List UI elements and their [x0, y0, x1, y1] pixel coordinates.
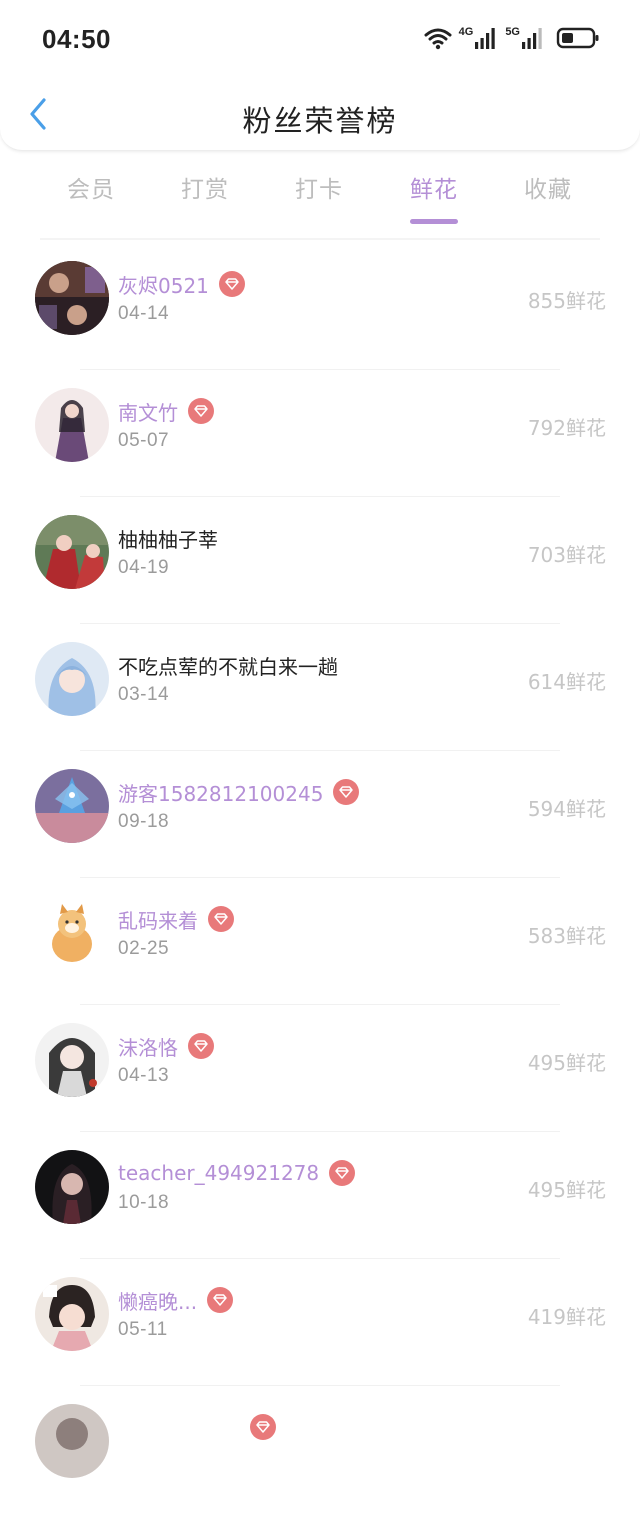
tab-flowers[interactable]: 鲜花	[384, 170, 484, 224]
list-item[interactable]: 游客1582812100245 09-18 594鲜花	[0, 751, 640, 878]
tab-flowers-label: 鲜花	[410, 177, 458, 203]
vip-diamond-icon	[188, 1033, 214, 1059]
vip-diamond-icon	[333, 779, 360, 805]
flower-count: 792鲜花	[527, 416, 606, 440]
fan-name: 游客1582812100245	[118, 781, 324, 806]
sim1-signal-icon: 4G	[459, 26, 498, 50]
fan-date: 04-14	[118, 303, 170, 324]
flower-count: 419鲜花	[527, 1305, 606, 1329]
vip-diamond-icon	[329, 1160, 356, 1186]
avatar[interactable]	[35, 896, 109, 970]
fan-name: teacher_494921278	[118, 1161, 320, 1185]
tab-checkin[interactable]: 打卡	[269, 170, 369, 204]
vip-diamond-icon	[218, 271, 245, 297]
status-bar: 04:50 4G 5G	[0, 0, 640, 80]
avatar[interactable]	[35, 769, 109, 843]
fan-date: 09-18	[118, 811, 170, 832]
fan-name: 懒癌晚...	[118, 1289, 198, 1314]
fan-name: 不吃点荤的不就白来一趟	[118, 654, 338, 679]
status-icons: 4G 5G	[423, 22, 600, 54]
avatar[interactable]	[35, 388, 109, 462]
flower-count: 495鲜花	[527, 1178, 606, 1202]
fan-date: 03-14	[118, 684, 170, 705]
avatar[interactable]	[35, 261, 109, 335]
list-item[interactable]: teacher_494921278 10-18 495鲜花	[0, 1132, 640, 1259]
avatar[interactable]	[35, 515, 109, 589]
flower-count: 594鲜花	[527, 797, 606, 821]
tab-membership[interactable]: 会员	[41, 170, 141, 204]
avatar[interactable]	[35, 642, 109, 716]
fan-date: 04-13	[118, 1065, 170, 1086]
tab-bar: 会员 打赏 打卡 鲜花 收藏	[0, 160, 640, 224]
avatar[interactable]	[35, 1277, 109, 1351]
fan-date: 04-19	[118, 557, 170, 578]
list-item[interactable]: 乱码来着 02-25 583鲜花	[0, 878, 640, 1005]
fan-ranking-list: 灰烬0521 04-14 855鲜花 南文竹 05-07 792鲜花 柚柚柚子莘…	[0, 243, 640, 1513]
list-top-divider	[40, 238, 600, 240]
avatar[interactable]	[35, 1404, 109, 1478]
vip-diamond-icon	[188, 398, 214, 424]
sim2-network-label: 5G	[505, 26, 520, 38]
vip-diamond-icon	[250, 1414, 276, 1440]
sim1-network-label: 4G	[458, 26, 474, 38]
top-card: 04:50 4G 5G 粉丝荣誉榜	[0, 0, 640, 151]
list-item[interactable]: 懒癌晚... 05-11 419鲜花	[0, 1259, 640, 1386]
fan-name: 灰烬0521	[118, 273, 209, 298]
sim2-signal-icon: 5G	[505, 26, 544, 50]
list-item[interactable]: 不吃点荤的不就白来一趟 03-14 614鲜花	[0, 624, 640, 751]
avatar[interactable]	[35, 1023, 109, 1097]
fan-date: 10-18	[118, 1192, 170, 1213]
list-item[interactable]	[0, 1386, 640, 1513]
flower-count: 614鲜花	[527, 670, 606, 694]
fan-name: 南文竹	[118, 400, 178, 425]
status-time: 04:50	[42, 24, 111, 54]
flower-count: 855鲜花	[527, 289, 606, 313]
header: 粉丝荣誉榜	[0, 88, 640, 144]
list-item[interactable]: 灰烬0521 04-14 855鲜花	[0, 243, 640, 370]
list-item[interactable]: 沫洛恪 04-13 495鲜花	[0, 1005, 640, 1132]
page-title: 粉丝荣誉榜	[242, 104, 398, 138]
fan-date: 02-25	[118, 938, 170, 959]
list-item[interactable]: 柚柚柚子莘 04-19 703鲜花	[0, 497, 640, 624]
avatar[interactable]	[35, 1150, 109, 1224]
vip-diamond-icon	[208, 906, 234, 932]
battery-icon	[556, 26, 600, 50]
fan-date: 05-11	[118, 1319, 168, 1340]
active-tab-indicator	[410, 219, 458, 224]
tab-favorites[interactable]: 收藏	[498, 170, 598, 204]
tab-tipping[interactable]: 打赏	[155, 170, 255, 204]
flower-count: 495鲜花	[527, 1051, 606, 1075]
list-item[interactable]: 南文竹 05-07 792鲜花	[0, 370, 640, 497]
flower-count: 703鲜花	[527, 543, 606, 567]
wifi-icon	[423, 25, 453, 51]
flower-count: 583鲜花	[527, 924, 606, 948]
fan-date: 05-07	[118, 430, 170, 451]
fan-name: 柚柚柚子莘	[118, 527, 218, 552]
vip-diamond-icon	[207, 1287, 234, 1313]
fan-name: 乱码来着	[118, 908, 198, 933]
fan-name: 沫洛恪	[118, 1035, 178, 1060]
